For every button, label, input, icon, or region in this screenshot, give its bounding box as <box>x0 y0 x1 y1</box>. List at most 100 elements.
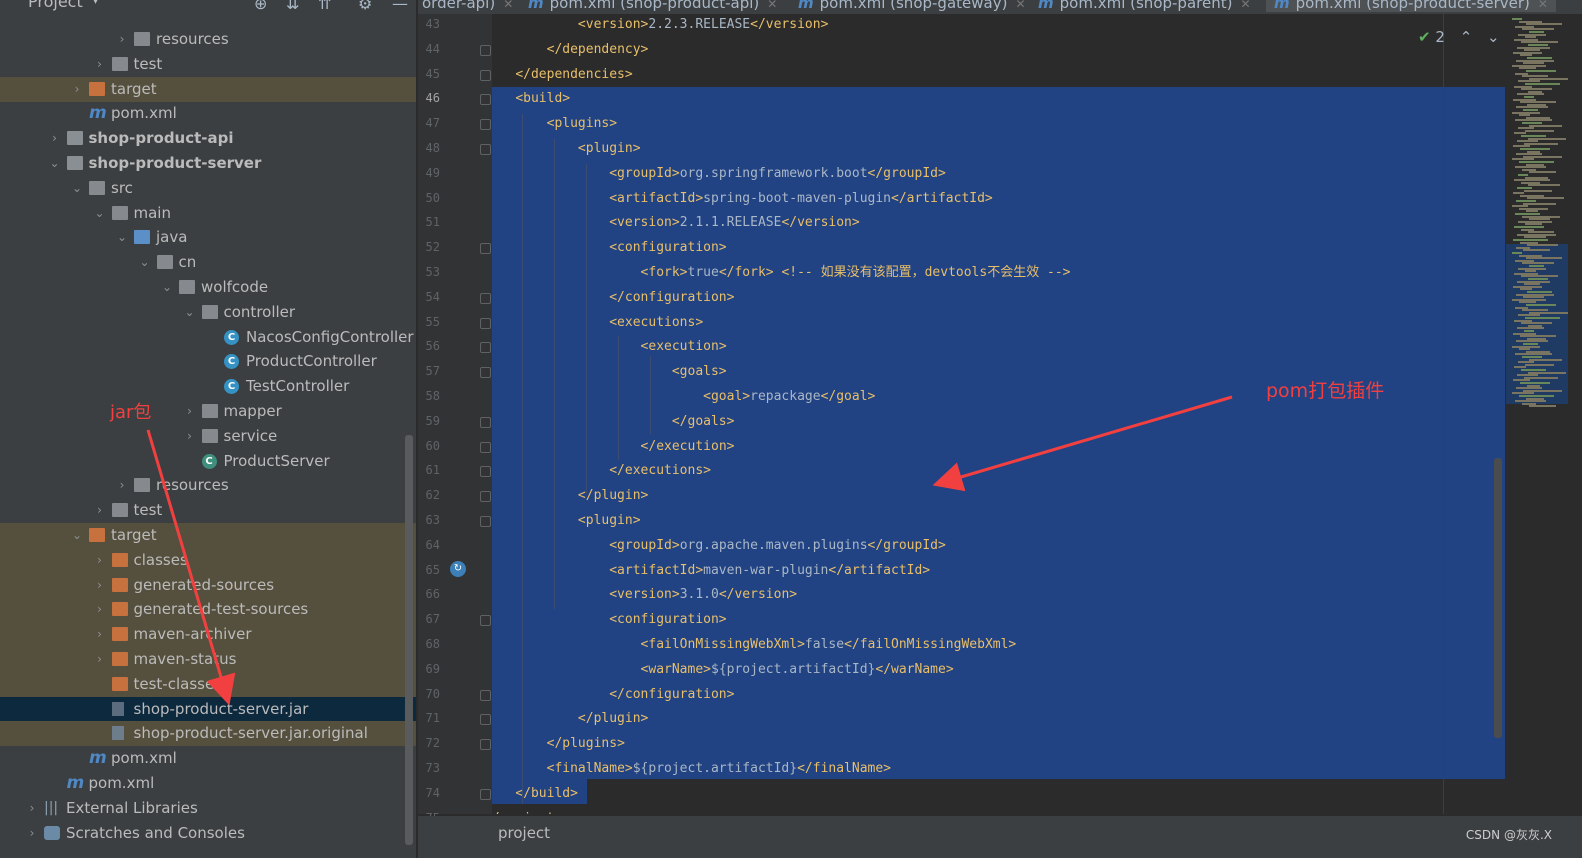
close-icon[interactable]: ✕ <box>503 0 513 11</box>
chevron-down-icon[interactable]: ⌄ <box>139 250 151 275</box>
chevron-right-icon[interactable]: › <box>49 126 61 151</box>
tree-row[interactable]: › resources <box>0 27 416 52</box>
tree-row[interactable]: › service <box>0 424 416 449</box>
expand-all-icon[interactable]: ⇊ <box>286 0 299 13</box>
chevron-right-icon[interactable]: › <box>184 424 196 449</box>
editor-tab[interactable]: order-api) ✕ <box>422 0 513 12</box>
chevron-right-icon[interactable]: › <box>116 473 128 498</box>
tree-row[interactable]: ⌄ controller <box>0 300 416 325</box>
fold-marker-icon[interactable] <box>480 441 491 453</box>
code-editor[interactable]: <version>2.2.3.RELEASE</version> </depen… <box>492 14 1505 814</box>
tree-row[interactable]: › target <box>0 76 416 102</box>
chevron-right-icon[interactable]: › <box>26 796 38 821</box>
fold-marker-icon[interactable] <box>480 94 491 106</box>
tree-row[interactable]: › test <box>0 52 416 77</box>
locate-icon[interactable]: ⊕ <box>254 0 267 13</box>
tree-row[interactable]: › generated-test-sources <box>0 597 416 623</box>
tree-row[interactable]: › resources <box>0 473 416 498</box>
tree-row[interactable]: m pom.xml <box>0 771 416 796</box>
tree-row[interactable]: C ProductController <box>0 349 416 374</box>
tree-row[interactable]: shop-product-server.jar.original <box>0 721 416 747</box>
tree-row[interactable]: › ||| External Libraries <box>0 796 416 821</box>
tree-row[interactable]: ⌄ target <box>0 523 416 548</box>
gear-icon[interactable]: ⚙ <box>358 0 372 13</box>
chevron-right-icon[interactable]: › <box>94 622 106 647</box>
chevron-down-icon[interactable]: ⌄ <box>71 523 83 548</box>
fold-marker-icon[interactable] <box>480 44 491 56</box>
close-icon[interactable]: ✕ <box>1015 0 1025 11</box>
editor-scrollbar[interactable] <box>1494 458 1502 738</box>
chevron-down-icon[interactable]: ⌄ <box>49 151 61 176</box>
editor-tab[interactable]: m pom.xml (shop-product-api) ✕ <box>528 0 777 12</box>
tree-row[interactable]: m pom.xml <box>0 101 416 126</box>
editor-tab[interactable]: m pom.xml (shop-parent) ✕ <box>1038 0 1251 12</box>
fold-marker-icon[interactable] <box>480 69 491 81</box>
tree-row[interactable]: ⌄ wolfcode <box>0 275 416 300</box>
tree-row[interactable]: C NacosConfigController <box>0 325 416 350</box>
fold-marker-icon[interactable] <box>480 615 491 627</box>
tree-row[interactable]: › generated-sources <box>0 572 416 598</box>
fold-marker-icon[interactable] <box>480 516 491 527</box>
chevron-right-icon[interactable]: › <box>184 399 196 424</box>
fold-marker-icon[interactable] <box>480 119 491 131</box>
code-minimap[interactable] <box>1506 14 1568 814</box>
chevron-down-icon[interactable]: ⌄ <box>116 225 128 250</box>
fold-marker-icon[interactable] <box>480 788 491 800</box>
tree-row[interactable]: › test <box>0 498 416 523</box>
fold-marker-icon[interactable] <box>480 416 491 428</box>
tree-row[interactable]: C TestController <box>0 374 416 399</box>
chevron-right-icon[interactable]: › <box>94 498 106 523</box>
hide-icon[interactable]: — <box>392 0 408 13</box>
fold-marker-icon[interactable] <box>480 243 491 255</box>
chevron-right-icon[interactable]: › <box>26 821 38 846</box>
fold-marker-icon[interactable] <box>480 317 491 329</box>
fold-marker-icon[interactable] <box>480 144 491 155</box>
chevron-down-icon[interactable]: ⌄ <box>1487 28 1500 46</box>
chevron-down-icon[interactable]: ⌄ <box>94 201 106 226</box>
chevron-right-icon[interactable]: › <box>94 573 106 598</box>
fold-marker-icon[interactable] <box>480 342 491 354</box>
fold-marker-icon[interactable] <box>480 739 491 751</box>
fold-marker-icon[interactable] <box>480 292 491 304</box>
chevron-down-icon[interactable]: ▾ <box>92 0 99 8</box>
tree-row[interactable]: C ProductServer <box>0 449 416 474</box>
tree-row[interactable]: › maven-status <box>0 647 416 672</box>
close-icon[interactable]: ✕ <box>767 0 777 11</box>
breadcrumb[interactable]: project <box>498 824 550 842</box>
chevron-down-icon[interactable]: ⌄ <box>71 176 83 201</box>
fold-marker-icon[interactable] <box>480 466 491 478</box>
tree-row[interactable]: › shop-product-api <box>0 126 416 151</box>
tree-row[interactable]: test-classes <box>0 671 416 697</box>
tree-row[interactable]: ⌄ src <box>0 176 416 201</box>
tree-row[interactable]: › Scratches and Consoles <box>0 821 416 846</box>
inspection-widget[interactable]: ✔ 2 ⌃ ⌄ <box>1418 28 1500 46</box>
tree-row[interactable]: › maven-archiver <box>0 622 416 648</box>
tree-row[interactable]: › mapper <box>0 399 416 424</box>
collapse-all-icon[interactable]: ⇈ <box>318 0 331 13</box>
tree-row[interactable]: ⌄ cn <box>0 250 416 275</box>
project-scrollbar[interactable] <box>405 435 413 845</box>
fold-marker-icon[interactable] <box>480 367 491 379</box>
tree-row[interactable]: m pom.xml <box>0 746 416 771</box>
chevron-right-icon[interactable]: › <box>94 52 106 77</box>
chevron-right-icon[interactable]: › <box>94 647 106 672</box>
tree-row[interactable]: ⌄ shop-product-server <box>0 151 416 176</box>
project-panel-title[interactable]: Project <box>28 0 83 11</box>
tree-row[interactable]: › classes <box>0 547 416 573</box>
tree-row[interactable]: ⌄ main <box>0 201 416 226</box>
chevron-up-icon[interactable]: ⌃ <box>1460 28 1473 46</box>
chevron-right-icon[interactable]: › <box>116 27 128 52</box>
chevron-down-icon[interactable]: ⌄ <box>161 275 173 300</box>
editor-tab[interactable]: m pom.xml (shop-product-server) ✕ <box>1266 0 1556 12</box>
chevron-right-icon[interactable]: › <box>71 77 83 102</box>
chevron-right-icon[interactable]: › <box>94 597 106 622</box>
run-gutter-icon[interactable]: ↻ <box>450 561 466 577</box>
close-icon[interactable]: ✕ <box>1240 0 1250 11</box>
tree-row[interactable]: shop-product-server.jar <box>0 696 416 722</box>
chevron-down-icon[interactable]: ⌄ <box>184 300 196 325</box>
tree-row[interactable]: ⌄ java <box>0 225 416 250</box>
close-icon[interactable]: ✕ <box>1538 0 1548 11</box>
editor-tab[interactable]: m pom.xml (shop-gateway) ✕ <box>798 0 1026 12</box>
fold-marker-icon[interactable] <box>480 491 491 503</box>
fold-marker-icon[interactable] <box>480 689 491 701</box>
